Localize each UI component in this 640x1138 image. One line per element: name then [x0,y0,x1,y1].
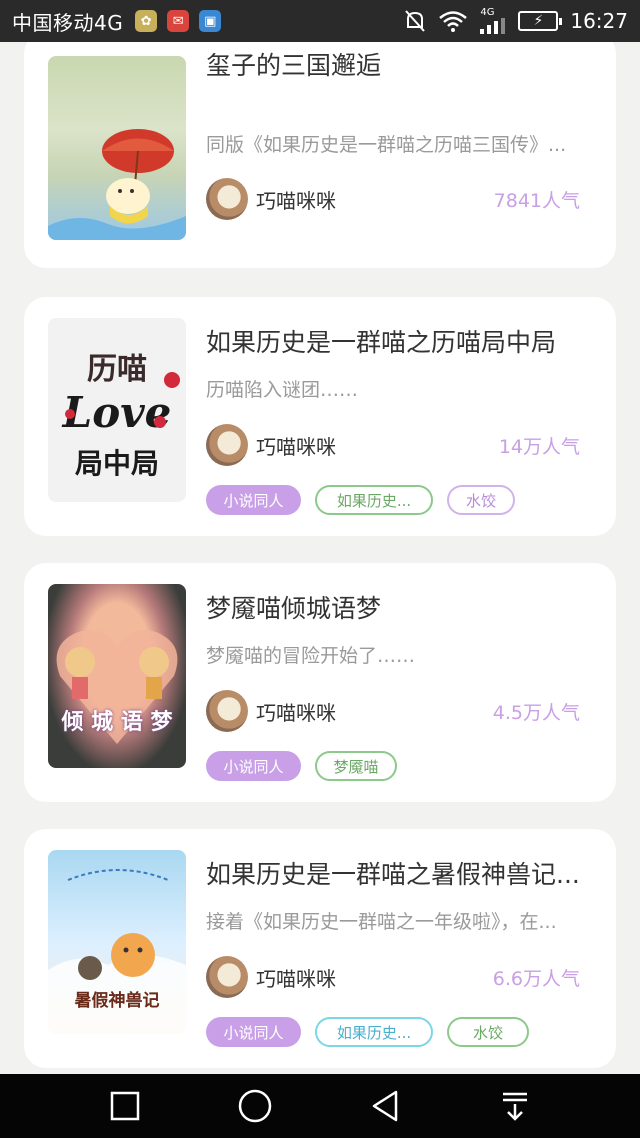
story-title[interactable]: 如果历史是一群喵之暑假神兽记... [206,855,596,891]
home-circle-icon[interactable] [225,1076,285,1136]
notification-pull-icon[interactable] [485,1076,545,1136]
author-row[interactable]: 巧喵咪咪 7841人气 [206,178,580,220]
tag-chip[interactable]: 梦魇喵 [315,751,397,781]
tag-chip[interactable]: 水饺 [447,485,515,515]
cover-title: 倾 城 语 梦 [61,709,173,735]
back-triangle-icon[interactable] [355,1076,415,1136]
author-avatar[interactable] [206,690,248,732]
wifi-icon [439,11,468,32]
author-avatar[interactable] [206,424,248,466]
author-row[interactable]: 巧喵咪咪 6.6万人气 [206,956,580,998]
story-feed[interactable]: 玺子的三国邂逅 同版《如果历史是一群喵之历喵三国传》... 巧喵咪咪 7841人… [0,42,640,1072]
story-description: 接着《如果历史一群喵之一年级啦》，在... [206,911,557,933]
tag-chip[interactable]: 小说同人 [206,1017,301,1047]
story-description: 梦魇喵的冒险开始了…… [206,645,416,667]
notification-icons: ✿ ✉ ▣ [135,10,222,32]
mute-icon [405,10,426,32]
signal-bars-icon [480,18,506,34]
story-cover[interactable]: 倾 城 语 梦 [48,584,186,768]
status-time: 16:27 [570,9,628,33]
popularity-count: 14万人气 [498,435,580,458]
cats-heart-illustration [56,630,178,744]
cover-title: 暑假神兽记 [74,991,160,1011]
hamster-umbrella-illustration [48,129,186,240]
popularity-count: 7841人气 [493,189,580,212]
tag-list: 小说同人 如果历史... 水饺 [206,485,515,515]
story-cover[interactable]: 历喵 Love 局中局 [48,318,186,502]
mail-app-icon: ✉ [167,10,190,32]
tag-list: 小说同人 梦魇喵 [206,751,397,781]
popularity-count: 6.6万人气 [492,967,580,990]
tag-chip[interactable]: 如果历史... [315,1017,433,1047]
author-name[interactable]: 巧喵咪咪 [256,697,336,726]
tag-chip[interactable]: 水饺 [447,1017,529,1047]
tag-chip[interactable]: 小说同人 [206,485,301,515]
author-avatar[interactable] [206,178,248,220]
story-description: 历喵陷入谜团…… [206,379,359,401]
story-card[interactable]: 倾 城 语 梦 梦魇喵倾城语梦 梦魇喵的冒险开始了…… 巧喵咪咪 4.5万人气 … [24,563,616,802]
story-title[interactable]: 梦魇喵倾城语梦 [206,589,596,625]
story-card[interactable]: 暑假神兽记 如果历史是一群喵之暑假神兽记... 接着《如果历史一群喵之一年级啦》… [24,829,616,1068]
author-row[interactable]: 巧喵咪咪 4.5万人气 [206,690,580,732]
popularity-count: 4.5万人气 [492,701,580,724]
tag-list: 小说同人 如果历史... 水饺 [206,1017,529,1047]
author-name[interactable]: 巧喵咪咪 [256,963,336,992]
system-nav-bar [0,1074,640,1138]
cell-signal: 4G [480,8,506,34]
author-name[interactable]: 巧喵咪咪 [256,431,336,460]
network-type: 4G [480,7,495,18]
tag-chip[interactable]: 小说同人 [206,751,301,781]
story-card[interactable]: 玺子的三国邂逅 同版《如果历史是一群喵之历喵三国传》... 巧喵咪咪 7841人… [24,42,616,268]
story-cover[interactable] [48,56,186,240]
recents-square-icon[interactable] [95,1076,155,1136]
story-title[interactable]: 玺子的三国邂逅 [206,46,596,82]
photos-app-icon: ✿ [135,10,158,32]
rose-decoration-icon [65,372,180,428]
author-avatar[interactable] [206,956,248,998]
battery-charging-icon: ⚡ [518,11,563,31]
tag-chip[interactable]: 如果历史... [315,485,433,515]
author-row[interactable]: 巧喵咪咪 14万人气 [206,424,580,466]
story-description: 同版《如果历史是一群喵之历喵三国传》... [206,134,567,156]
story-cover[interactable]: 暑假神兽记 [48,850,186,1034]
story-title[interactable]: 如果历史是一群喵之历喵局中局 [206,323,596,359]
author-name[interactable]: 巧喵咪咪 [256,185,336,214]
status-bar: 中国移动4G ✿ ✉ ▣ 4G ⚡ 16:27 [0,0,640,42]
gallery-app-icon: ▣ [199,10,222,32]
story-card[interactable]: 历喵 Love 局中局 如果历史是一群喵之历喵局中局 历喵陷入谜团…… 巧喵咪咪… [24,297,616,536]
carrier-label: 中国移动4G [12,10,124,35]
